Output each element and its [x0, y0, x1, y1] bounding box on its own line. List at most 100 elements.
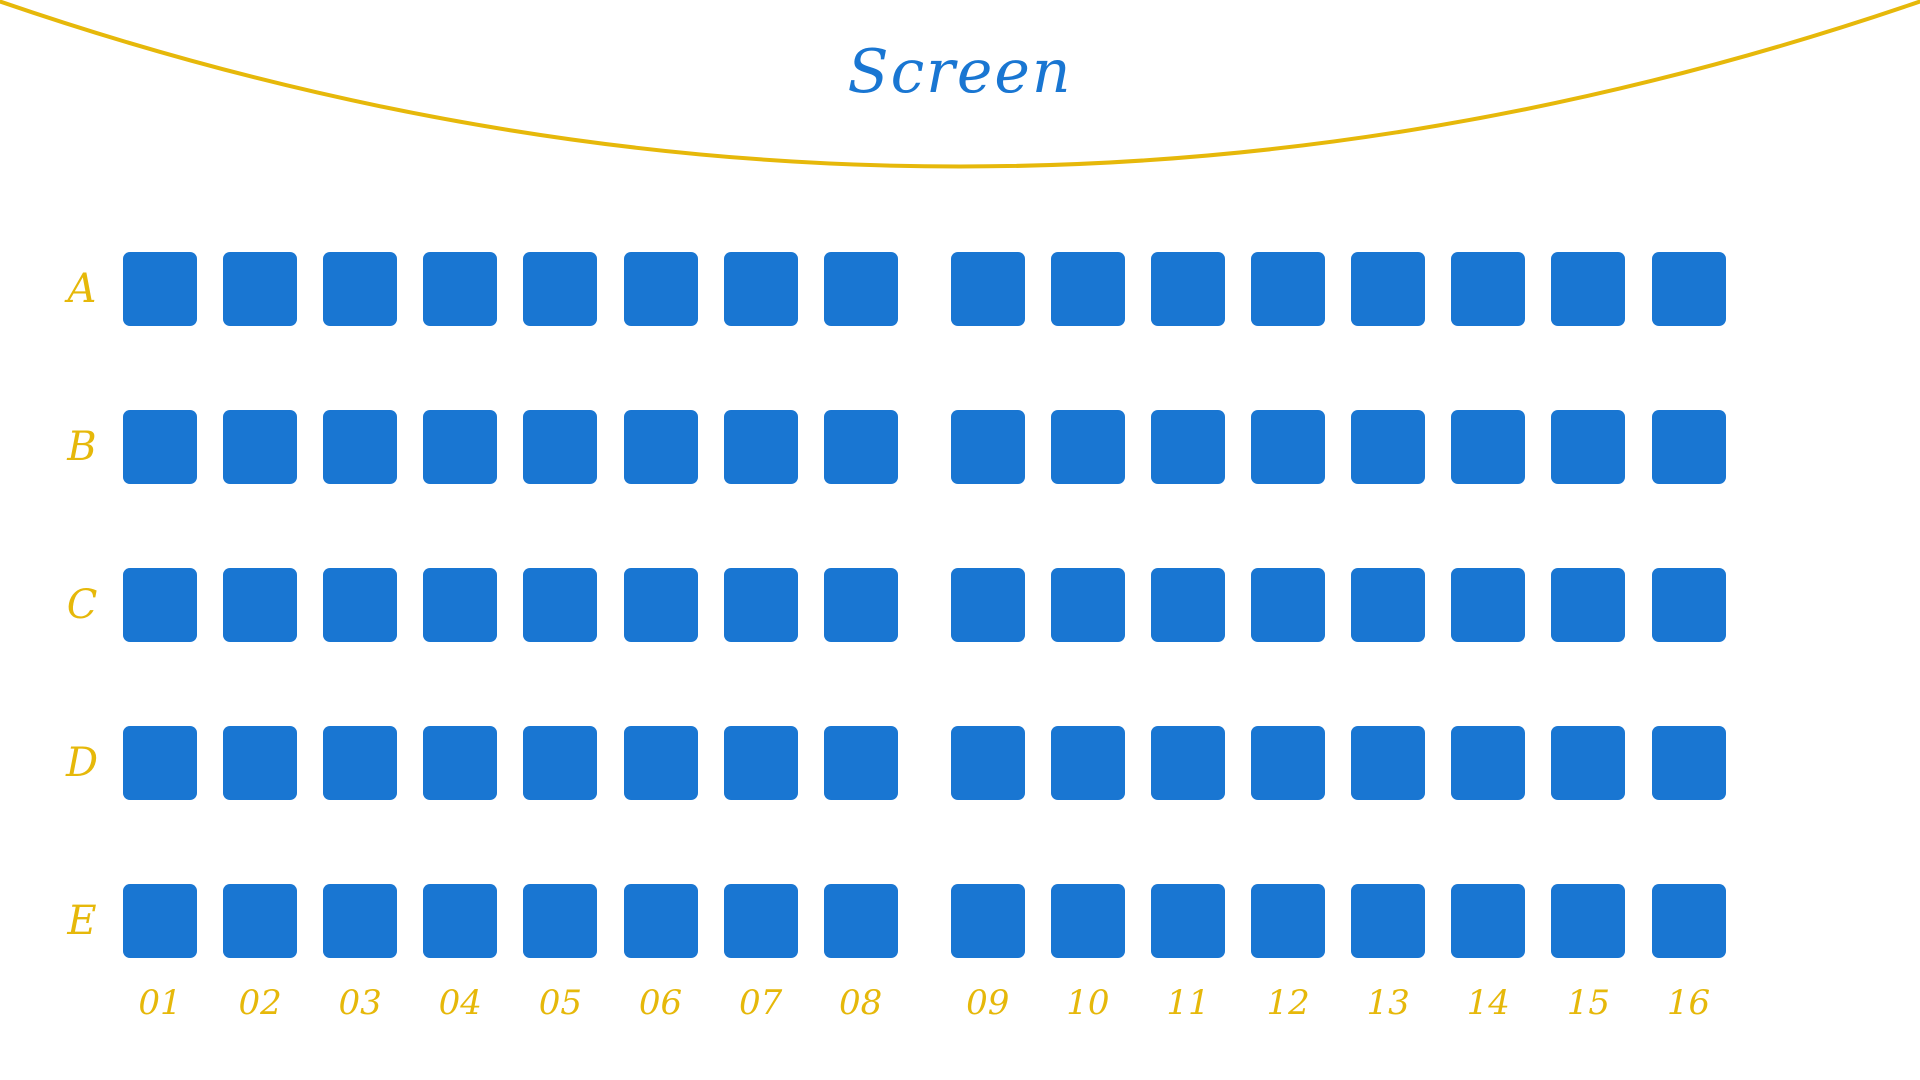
seat-b05[interactable] [523, 410, 598, 484]
seat-e08[interactable] [823, 884, 898, 958]
seat-d10[interactable] [1050, 726, 1125, 800]
seat-b06[interactable] [623, 410, 698, 484]
column-label-14: 14 [1466, 983, 1510, 1023]
row-label-b: B [67, 424, 97, 470]
seat-b01[interactable] [123, 410, 197, 484]
row-label-c: C [66, 582, 98, 628]
seat-a04[interactable] [423, 252, 498, 326]
seat-d03[interactable] [323, 726, 398, 800]
seat-a15[interactable] [1551, 252, 1626, 326]
seat-b04[interactable] [423, 410, 498, 484]
seat-a08[interactable] [823, 252, 898, 326]
seat-a06[interactable] [623, 252, 698, 326]
seat-d08[interactable] [823, 726, 898, 800]
seat-c14[interactable] [1451, 568, 1526, 642]
column-label-06: 06 [638, 983, 683, 1023]
seat-a09[interactable] [950, 252, 1025, 326]
seat-e05[interactable] [523, 884, 598, 958]
seat-c06[interactable] [623, 568, 698, 642]
seat-c01[interactable] [123, 568, 197, 642]
seat-a10[interactable] [1050, 252, 1125, 326]
seat-c10[interactable] [1050, 568, 1125, 642]
seat-d01[interactable] [123, 726, 197, 800]
column-label-03: 03 [338, 983, 382, 1023]
column-label-15: 15 [1566, 983, 1611, 1023]
column-label-01: 01 [138, 983, 182, 1023]
seat-d15[interactable] [1551, 726, 1626, 800]
seat-map: A B C D E 01 02 03 04 05 06 07 08 09 10 11 12 13 14 15 16 [0, 0, 1920, 1080]
seat-b08[interactable] [823, 410, 898, 484]
row-label-a: A [67, 266, 97, 312]
seat-a03[interactable] [323, 252, 398, 326]
seat-a07[interactable] [723, 252, 798, 326]
seat-d05[interactable] [523, 726, 598, 800]
seat-b16[interactable] [1651, 410, 1726, 484]
seat-b09[interactable] [950, 410, 1025, 484]
seat-e13[interactable] [1351, 884, 1426, 958]
seat-e10[interactable] [1050, 884, 1125, 958]
seat-c05[interactable] [523, 568, 598, 642]
seat-e03[interactable] [323, 884, 398, 958]
seat-b14[interactable] [1451, 410, 1526, 484]
seat-b13[interactable] [1351, 410, 1426, 484]
seat-a01[interactable] [123, 252, 197, 326]
seat-e11[interactable] [1151, 884, 1225, 958]
seat-e07[interactable] [723, 884, 798, 958]
seat-d09[interactable] [950, 726, 1025, 800]
seat-d13[interactable] [1351, 726, 1426, 800]
seat-d12[interactable] [1251, 726, 1326, 800]
seat-b15[interactable] [1551, 410, 1626, 484]
seat-e04[interactable] [423, 884, 498, 958]
seat-d16[interactable] [1651, 726, 1726, 800]
column-label-07: 07 [738, 983, 783, 1023]
seat-b07[interactable] [723, 410, 798, 484]
column-label-08: 08 [839, 983, 883, 1023]
column-label-13: 13 [1366, 983, 1410, 1023]
seat-c08[interactable] [823, 568, 898, 642]
seat-e09[interactable] [950, 884, 1025, 958]
seat-d02[interactable] [223, 726, 298, 800]
seat-a13[interactable] [1351, 252, 1426, 326]
seat-b12[interactable] [1251, 410, 1326, 484]
seat-d07[interactable] [723, 726, 798, 800]
seat-a11[interactable] [1151, 252, 1225, 326]
seat-e16[interactable] [1651, 884, 1726, 958]
seat-c12[interactable] [1251, 568, 1326, 642]
seat-c02[interactable] [223, 568, 298, 642]
seat-a14[interactable] [1451, 252, 1526, 326]
seat-d04[interactable] [423, 726, 498, 800]
seat-b02[interactable] [223, 410, 298, 484]
seat-c15[interactable] [1551, 568, 1626, 642]
seat-c13[interactable] [1351, 568, 1426, 642]
seat-c11[interactable] [1151, 568, 1225, 642]
seat-e14[interactable] [1451, 884, 1526, 958]
column-label-16: 16 [1666, 983, 1711, 1023]
column-label-02: 02 [238, 983, 282, 1023]
seat-c07[interactable] [723, 568, 798, 642]
seat-b10[interactable] [1050, 410, 1125, 484]
seat-c03[interactable] [323, 568, 398, 642]
row-label-d: D [65, 740, 99, 786]
seat-e01[interactable] [123, 884, 197, 958]
seat-a02[interactable] [223, 252, 298, 326]
seat-e06[interactable] [623, 884, 698, 958]
seat-d11[interactable] [1151, 726, 1225, 800]
seat-e15[interactable] [1551, 884, 1626, 958]
seat-a12[interactable] [1251, 252, 1326, 326]
column-label-10: 10 [1066, 983, 1110, 1023]
column-label-11: 11 [1166, 983, 1210, 1023]
seat-c04[interactable] [423, 568, 498, 642]
seat-d06[interactable] [623, 726, 698, 800]
row-label-e: E [67, 898, 97, 944]
seat-e02[interactable] [223, 884, 298, 958]
seat-b11[interactable] [1151, 410, 1225, 484]
seat-d14[interactable] [1451, 726, 1526, 800]
seat-b03[interactable] [323, 410, 398, 484]
column-label-05: 05 [538, 983, 583, 1023]
seat-c09[interactable] [950, 568, 1025, 642]
seat-c16[interactable] [1651, 568, 1726, 642]
column-label-09: 09 [966, 983, 1010, 1023]
seat-a05[interactable] [523, 252, 598, 326]
seat-e12[interactable] [1251, 884, 1326, 958]
seat-a16[interactable] [1651, 252, 1726, 326]
